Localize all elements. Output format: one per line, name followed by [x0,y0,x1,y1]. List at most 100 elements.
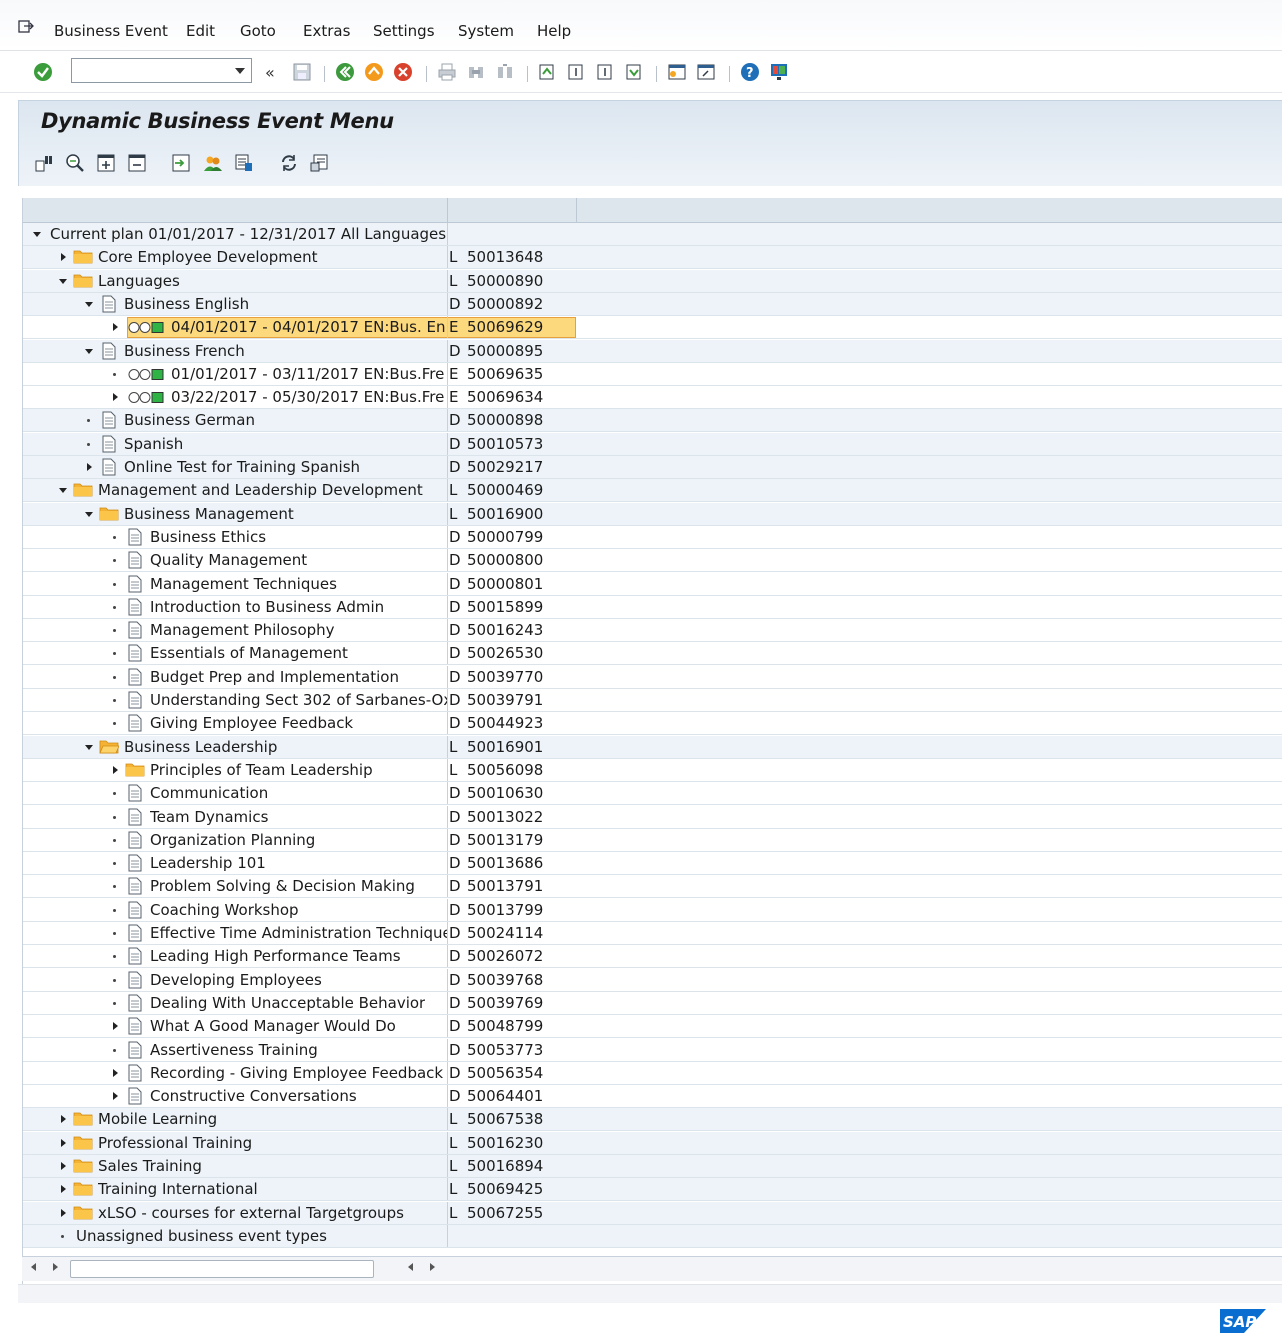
scroll-left-icon[interactable] [31,1263,36,1271]
tree-node-label[interactable]: Effective Time Administration Technique [150,924,447,942]
tree-row[interactable]: Professional Training L 50016230 [23,1131,1282,1155]
collapse-node-icon[interactable] [85,301,93,307]
column-divider[interactable] [447,198,448,222]
expand-node-icon[interactable] [61,1115,66,1124]
tree-row[interactable]: Leadership 101 D 50013686 [23,852,1282,876]
expand-node-icon[interactable] [113,1068,118,1077]
tree-node-label[interactable]: Understanding Sect 302 of Sarbanes-Oxl [150,691,447,709]
tree-row[interactable]: Mobile Learning L 50067538 [23,1108,1282,1132]
tree-node-label[interactable]: Dealing With Unacceptable Behavior [150,994,425,1012]
collapse-node-icon[interactable] [33,232,41,237]
tree-row[interactable]: Dealing With Unacceptable Behavior D 50039… [23,991,1282,1015]
tree-row[interactable]: Giving Employee Feedback D 50044923 [23,712,1282,736]
generate-shortcut-icon[interactable] [696,62,716,82]
tree-row[interactable]: Developing Employees D 50039768 [23,968,1282,992]
tree-row[interactable]: Business English D 50000892 [23,292,1282,316]
tree-row[interactable]: Quality Management D 50000800 [23,549,1282,573]
back-double-arrow-icon[interactable]: « [264,62,282,82]
collapse-node-icon[interactable] [59,278,67,284]
print-icon[interactable] [437,62,457,82]
expand-node-icon[interactable] [61,1138,66,1147]
help-icon[interactable]: ? [740,62,760,82]
tree-row[interactable]: Problem Solving & Decision Making D 500137… [23,875,1282,899]
system-menu-icon[interactable] [18,20,34,34]
expand-node-icon[interactable] [61,253,66,262]
tree-node-label[interactable]: Management Techniques [150,575,337,593]
tree-node-label[interactable]: Business English [124,295,249,313]
tree-node-label[interactable]: Recording - Giving Employee Feedback [150,1064,443,1082]
cancel-icon[interactable] [393,62,413,82]
tree-node-label[interactable]: Spanish [124,435,183,453]
tree-node-label[interactable]: Business Leadership [124,738,277,756]
tree-node-label[interactable]: Mobile Learning [98,1110,217,1128]
tree-row[interactable]: Management and Leadership Development L 50… [23,479,1282,503]
scroll-right-icon[interactable] [53,1263,58,1271]
tree-node-label[interactable]: 04/01/2017 - 04/01/2017 EN:Bus. En [171,318,446,336]
next-page-icon[interactable] [595,62,615,82]
first-page-icon[interactable] [537,62,557,82]
enter-icon[interactable] [33,62,53,82]
expand-node-icon[interactable] [87,463,92,471]
tree-node-label[interactable]: Team Dynamics [150,808,268,826]
tree-row[interactable]: Current plan 01/01/2017 - 12/31/2017 All… [23,223,1282,246]
tree-row[interactable]: Organization Planning D 50013179 [23,828,1282,852]
scrollbar-thumb[interactable] [70,1260,374,1278]
tree-row[interactable]: Introduction to Business Admin D 50015899 [23,595,1282,619]
tree-row[interactable]: Unassigned business event types [23,1224,1282,1248]
tree-row[interactable]: Business Ethics D 50000799 [23,525,1282,549]
tree-node-label[interactable]: Organization Planning [150,831,315,849]
menu-settings[interactable]: Settings [373,22,435,40]
collapse-node-icon[interactable] [85,348,93,354]
tree-node-label[interactable]: xLSO - courses for external Targetgroups [98,1204,404,1222]
back-icon[interactable] [335,62,355,82]
tree-row[interactable]: 01/01/2017 - 03/11/2017 EN:Bus.Fre E 50069… [23,362,1282,386]
exit-icon[interactable] [364,62,384,82]
tree-row[interactable]: Recording - Giving Employee Feedback D 500… [23,1061,1282,1085]
collapse-node-icon[interactable] [59,488,67,494]
chevron-down-icon[interactable] [235,68,245,74]
tree-node-label[interactable]: Quality Management [150,551,307,569]
tree-node-label[interactable]: Budget Prep and Implementation [150,668,399,686]
find-icon[interactable] [34,153,54,173]
tree-node-label[interactable]: Business French [124,342,245,360]
last-page-icon[interactable] [624,62,644,82]
horizontal-scrollbar[interactable] [22,1256,1282,1281]
find-next-icon[interactable] [495,62,515,82]
tree-node-label[interactable]: Management and Leadership Development [98,481,423,499]
tree-row[interactable]: Business Leadership L 50016901 [23,735,1282,759]
tree-node-label[interactable]: Leading High Performance Teams [150,947,401,965]
tree-node-label[interactable]: Business Ethics [150,528,266,546]
scroll-left-icon[interactable] [408,1263,413,1271]
find-icon[interactable] [466,62,486,82]
tree-node-label[interactable]: Management Philosophy [150,621,335,639]
tree-row[interactable]: Training International L 50069425 [23,1178,1282,1202]
tree-row[interactable]: Sales Training L 50016894 [23,1155,1282,1178]
tree-node-label[interactable]: Languages [98,272,180,290]
people-icon[interactable] [203,153,223,173]
previous-page-icon[interactable] [566,62,586,82]
tree-row[interactable]: Management Philosophy D 50016243 [23,619,1282,643]
tree-row[interactable]: Business French D 50000895 [23,339,1282,363]
tree-row[interactable]: Effective Time Administration Technique D… [23,922,1282,945]
list-icon[interactable] [234,153,254,173]
tree-row[interactable]: xLSO - courses for external Targetgroups… [23,1201,1282,1225]
expand-icon[interactable] [96,153,116,173]
menu-business-event[interactable]: Business Event [54,22,168,40]
tree-node-label[interactable]: Core Employee Development [98,248,318,266]
tree-row[interactable]: Principles of Team Leadership L 50056098 [23,758,1282,782]
refresh-icon[interactable] [279,153,299,173]
expand-node-icon[interactable] [113,393,118,402]
tree-node-label[interactable]: Principles of Team Leadership [150,761,373,779]
tree-node-label[interactable]: Assertiveness Training [150,1041,318,1059]
tree-row[interactable]: Communication D 50010630 [23,782,1282,806]
expand-node-icon[interactable] [113,765,118,774]
expand-node-icon[interactable] [113,323,118,332]
magnify-icon[interactable] [65,153,85,173]
expand-node-icon[interactable] [113,1022,118,1031]
tree-row[interactable]: Languages L 50000890 [23,269,1282,293]
menu-help[interactable]: Help [537,22,571,40]
expand-node-icon[interactable] [61,1162,66,1170]
tree-row[interactable]: Assertiveness Training D 50053773 [23,1038,1282,1062]
tree-row[interactable]: Core Employee Development L 50013648 [23,246,1282,270]
tree-row[interactable]: Team Dynamics D 50013022 [23,805,1282,829]
